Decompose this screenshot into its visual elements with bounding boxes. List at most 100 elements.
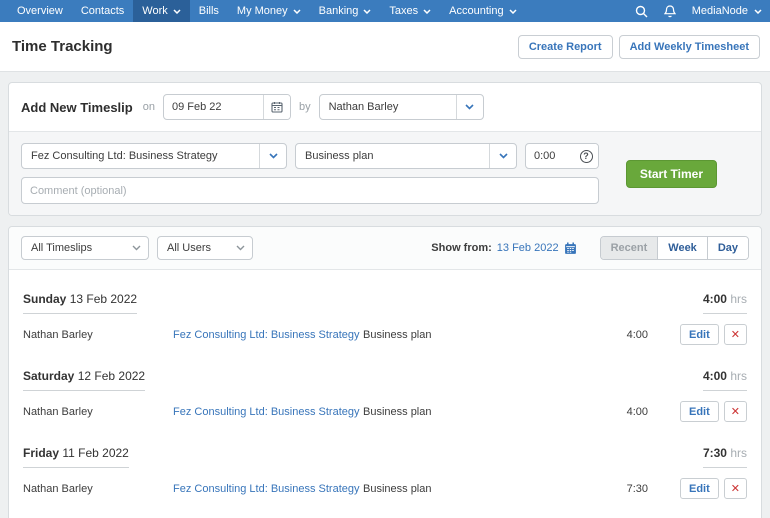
timeslip-user: Nathan Barley	[23, 406, 173, 418]
time-field: ?	[525, 143, 599, 169]
timeslip-fields: Fez Consulting Ltd: Business Strategy Bu…	[21, 143, 599, 204]
timeslip-project-link[interactable]: Fez Consulting Ltd: Business Strategy	[173, 406, 363, 418]
filter-selects: All Timeslips All Users	[21, 236, 253, 260]
day-section: Thursday 10 Feb 2022Tomorrow 7:30 hrs Na…	[23, 505, 747, 518]
calendar-icon[interactable]	[263, 95, 290, 119]
nav-item-accounting[interactable]: Accounting	[440, 0, 525, 22]
timeslip-filter-select[interactable]: All Timeslips	[21, 236, 149, 260]
day-header: Sunday 13 Feb 2022 4:00 hrs	[23, 292, 747, 314]
day-total: 7:30	[703, 446, 727, 460]
chevron-down-icon	[489, 144, 516, 168]
chevron-down-icon	[423, 9, 431, 14]
timeslip-user: Nathan Barley	[23, 329, 173, 341]
nav-item-bills[interactable]: Bills	[190, 0, 228, 22]
user-select[interactable]: Nathan Barley	[319, 94, 484, 120]
day-date: 13 Feb 2022	[70, 292, 137, 306]
nav-label: Accounting	[449, 5, 503, 17]
day-header: Friday 11 Feb 2022 7:30 hrs	[23, 446, 747, 468]
user-filter-value: All Users	[158, 237, 228, 259]
time-input[interactable]	[526, 144, 574, 168]
add-weekly-timesheet-button[interactable]: Add Weekly Timesheet	[619, 35, 760, 59]
day-date: 12 Feb 2022	[78, 369, 145, 383]
project-select-value: Fez Consulting Ltd: Business Strategy	[22, 144, 259, 168]
chevron-down-icon	[363, 9, 371, 14]
view-recent-button[interactable]: Recent	[601, 237, 658, 259]
show-from-group: Show from: 13 Feb 2022 Recent Week Day	[431, 236, 749, 260]
day-total: 4:00	[703, 369, 727, 383]
nav-right: MediaNode	[635, 0, 762, 22]
nav-label: Bills	[199, 5, 219, 17]
day-name: Friday	[23, 446, 59, 460]
page-header: Time Tracking Create Report Add Weekly T…	[0, 22, 770, 72]
timeslip-time: 4:00	[568, 406, 648, 418]
timeslip-project-link[interactable]: Fez Consulting Ltd: Business Strategy	[173, 329, 363, 341]
nav-label: Overview	[17, 5, 63, 17]
nav-menu: Overview Contacts Work Bills My Money Ba…	[8, 0, 526, 22]
chevron-down-icon	[259, 144, 286, 168]
comment-input[interactable]	[22, 178, 598, 203]
start-timer-button[interactable]: Start Timer	[626, 160, 717, 188]
day-date: 11 Feb 2022	[62, 446, 129, 460]
view-toggle-group: Recent Week Day	[600, 236, 749, 260]
show-from-date-link[interactable]: 13 Feb 2022	[497, 242, 559, 254]
timeslip-row: Nathan Barley Fez Consulting Ltd: Busine…	[23, 391, 747, 428]
task-select-value: Business plan	[296, 144, 489, 168]
nav-item-my-money[interactable]: My Money	[228, 0, 310, 22]
nav-label: Banking	[319, 5, 359, 17]
timeslip-time: 7:30	[568, 483, 648, 495]
nav-label: Contacts	[81, 5, 124, 17]
view-week-button[interactable]: Week	[657, 237, 707, 259]
chevron-down-icon	[228, 237, 252, 259]
delete-button[interactable]: ✕	[724, 401, 747, 422]
delete-button[interactable]: ✕	[724, 478, 747, 499]
nav-item-taxes[interactable]: Taxes	[380, 0, 440, 22]
timeslip-task: Business plan	[363, 329, 568, 341]
day-list: Sunday 13 Feb 2022 4:00 hrs Nathan Barle…	[9, 270, 761, 518]
date-input[interactable]	[164, 95, 263, 119]
edit-button[interactable]: Edit	[680, 324, 719, 345]
on-label: on	[143, 101, 155, 113]
timeslip-time: 4:00	[568, 329, 648, 341]
bell-icon[interactable]	[664, 5, 676, 18]
chevron-down-icon	[754, 5, 762, 17]
day-total: 4:00	[703, 292, 727, 306]
timeslip-task: Business plan	[363, 406, 568, 418]
timeslip-user: Nathan Barley	[23, 483, 173, 495]
timeslip-list-card: All Timeslips All Users Show from: 13 Fe…	[8, 226, 762, 518]
task-select[interactable]: Business plan	[295, 143, 517, 169]
calendar-icon[interactable]	[564, 242, 577, 255]
nav-item-overview[interactable]: Overview	[8, 0, 72, 22]
top-nav: Overview Contacts Work Bills My Money Ba…	[0, 0, 770, 22]
user-select-value: Nathan Barley	[320, 95, 456, 119]
timeslip-project-link[interactable]: Fez Consulting Ltd: Business Strategy	[173, 483, 363, 495]
delete-button[interactable]: ✕	[724, 324, 747, 345]
add-timeslip-card: Add New Timeslip on by Nathan Barley Fez…	[8, 82, 762, 216]
filter-row: All Timeslips All Users Show from: 13 Fe…	[9, 227, 761, 270]
nav-item-work[interactable]: Work	[133, 0, 189, 22]
account-menu[interactable]: MediaNode	[692, 5, 762, 17]
chevron-down-icon	[173, 9, 181, 14]
timeslip-task: Business plan	[363, 483, 568, 495]
user-filter-select[interactable]: All Users	[157, 236, 253, 260]
edit-button[interactable]: Edit	[680, 478, 719, 499]
nav-label: My Money	[237, 5, 288, 17]
project-select[interactable]: Fez Consulting Ltd: Business Strategy	[21, 143, 287, 169]
comment-field	[21, 177, 599, 204]
help-icon[interactable]: ?	[574, 144, 598, 168]
hrs-label: hrs	[730, 446, 747, 460]
view-day-button[interactable]: Day	[707, 237, 748, 259]
create-report-button[interactable]: Create Report	[518, 35, 613, 59]
add-timeslip-detail-row: Fez Consulting Ltd: Business Strategy Bu…	[9, 131, 761, 215]
date-field	[163, 94, 291, 120]
day-name: Sunday	[23, 292, 66, 306]
nav-label: Work	[142, 5, 167, 17]
search-icon[interactable]	[635, 5, 648, 18]
add-timeslip-header-row: Add New Timeslip on by Nathan Barley	[9, 83, 761, 131]
nav-item-contacts[interactable]: Contacts	[72, 0, 133, 22]
edit-button[interactable]: Edit	[680, 401, 719, 422]
account-name: MediaNode	[692, 5, 748, 17]
timeslip-row: Nathan Barley Fez Consulting Ltd: Busine…	[23, 314, 747, 351]
nav-item-banking[interactable]: Banking	[310, 0, 381, 22]
hrs-label: hrs	[730, 369, 747, 383]
chevron-down-icon	[293, 9, 301, 14]
